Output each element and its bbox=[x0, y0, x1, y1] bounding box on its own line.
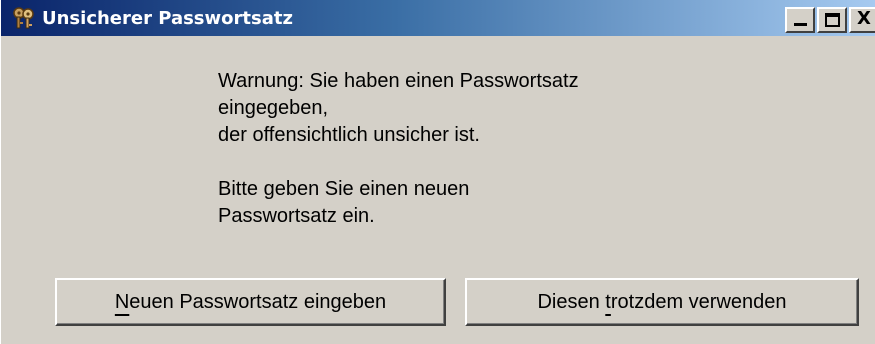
close-button[interactable]: X bbox=[849, 7, 875, 33]
maximize-icon bbox=[825, 13, 840, 27]
keyring-icon bbox=[11, 6, 37, 30]
window-title: Unsicherer Passwortsatz bbox=[42, 7, 293, 29]
warning-line-1: Warnung: Sie haben einen Passwortsatz bbox=[218, 70, 579, 92]
enter-new-passphrase-label: euen Passwortsatz eingeben bbox=[129, 290, 387, 313]
minimize-button[interactable] bbox=[785, 7, 815, 33]
maximize-button[interactable] bbox=[817, 7, 847, 33]
close-icon: X bbox=[857, 8, 871, 29]
warning-line-2: eingegeben, bbox=[218, 97, 329, 119]
title-bar[interactable]: Unsicherer Passwortsatz X bbox=[1, 0, 875, 36]
window-controls: X bbox=[785, 7, 875, 33]
warning-line-3: der offensichtlich unsicher ist. bbox=[218, 124, 480, 146]
dialog-body: Warnung: Sie haben einen Passwortsatz ei… bbox=[1, 36, 875, 344]
use-anyway-label-end: rotzdem verwenden bbox=[610, 290, 787, 313]
warning-line-5: Passwortsatz ein. bbox=[218, 205, 375, 227]
passphrase-warning-dialog: Unsicherer Passwortsatz X Warnung: Sie h… bbox=[0, 0, 875, 344]
mnemonic-n: N bbox=[114, 290, 130, 313]
warning-message: Warnung: Sie haben einen Passwortsatz ei… bbox=[218, 68, 778, 230]
use-anyway-button[interactable]: Diesen t rotzdem verwenden bbox=[465, 278, 859, 326]
warning-line-4: Bitte geben Sie einen neuen bbox=[218, 178, 470, 200]
enter-new-passphrase-button[interactable]: Neuen Passwortsatz eingeben bbox=[55, 278, 446, 326]
minimize-icon bbox=[794, 23, 807, 26]
use-anyway-label-start: Diesen bbox=[537, 290, 606, 313]
